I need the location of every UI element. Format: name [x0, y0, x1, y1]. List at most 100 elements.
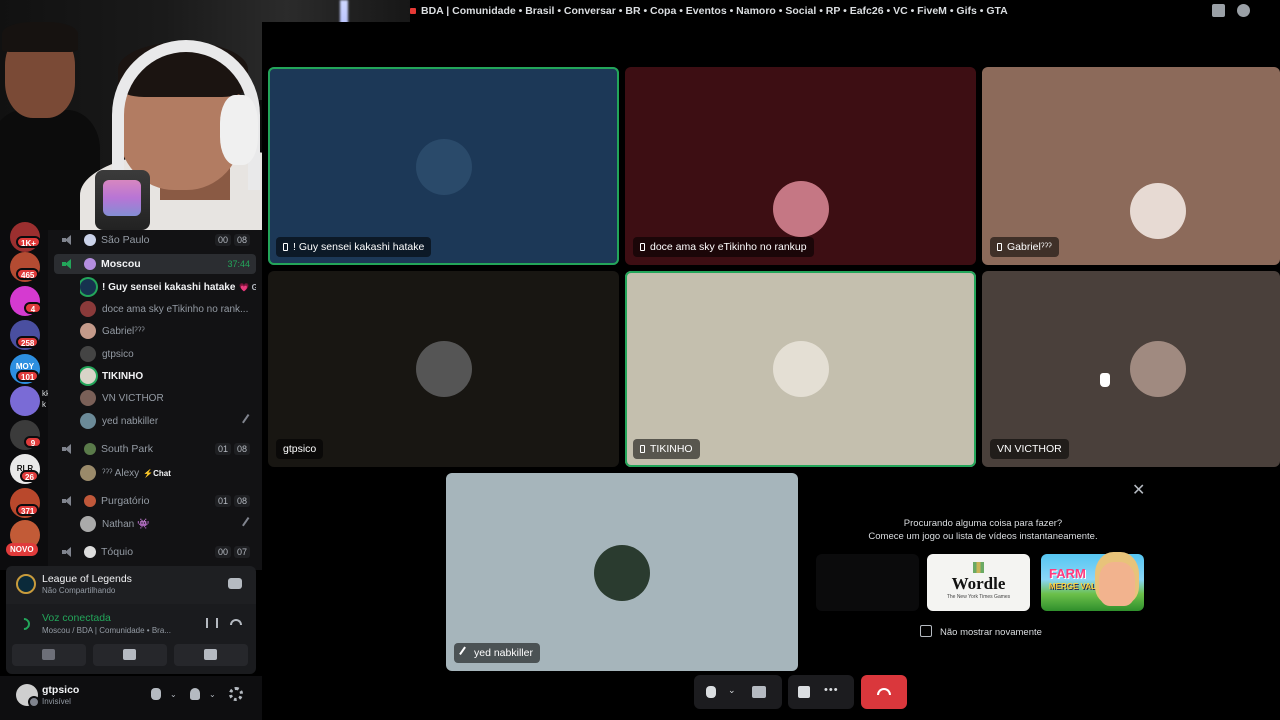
participant-tile[interactable]: ! Guy sensei kakashi hatake [268, 67, 619, 265]
avatar [1130, 183, 1186, 239]
microphone-icon[interactable] [151, 688, 161, 700]
avatar [80, 301, 96, 317]
participant-label: yed nabkiller [454, 643, 540, 663]
channel-emoji-icon [84, 443, 96, 455]
participant-tile[interactable]: gtpsico [268, 271, 619, 467]
disconnect-button[interactable] [861, 675, 907, 709]
participant-tile[interactable]: yed nabkiller [446, 473, 798, 671]
avatar [416, 341, 472, 397]
server-rail: 1K+ 465 4 258 MOY 101 kkkkk 9 RLR 26 371… [0, 222, 58, 570]
chevron-down-icon[interactable]: ⌄ [209, 690, 216, 699]
participant-tile[interactable]: Gabrielˀˀˀ [982, 67, 1280, 265]
new-badge: NOVO [6, 543, 38, 556]
help-icon[interactable] [1237, 4, 1250, 17]
unread-badge: 4 [24, 302, 42, 314]
voice-member[interactable]: TIKINHO [80, 366, 256, 386]
voice-channel-moscou[interactable]: Moscou 37:44 [54, 254, 256, 274]
wordle-grid-icon [973, 562, 984, 573]
gear-icon[interactable] [229, 687, 243, 701]
call-duration: 37:44 [227, 259, 250, 269]
user-count: 00 07 [214, 546, 250, 558]
farm-merge-valley-card[interactable]: FARM MERGE VALLEY [1041, 554, 1144, 611]
participant-label: Gabrielˀˀˀ [990, 237, 1059, 257]
server-flag-icon [410, 8, 416, 14]
microphone-icon[interactable] [706, 686, 716, 698]
activities-icon[interactable] [798, 686, 810, 698]
dont-show-again-checkbox[interactable]: Não mostrar novamente [920, 625, 1042, 638]
avatar [416, 139, 472, 195]
avatar [80, 516, 96, 532]
chevron-down-icon[interactable]: ⌄ [170, 690, 177, 699]
camera-off-icon[interactable] [752, 686, 766, 698]
mobile-icon [640, 445, 645, 453]
user-count: 01 08 [214, 443, 250, 455]
screen-share-button[interactable] [93, 644, 167, 666]
voice-member[interactable]: Gabrielˀˀˀ [80, 321, 256, 341]
hang-up-icon [877, 688, 891, 695]
signal-icon[interactable] [15, 615, 33, 633]
unread-badge: 26 [20, 470, 39, 482]
avatar [80, 465, 96, 481]
inbox-icon[interactable] [1212, 4, 1225, 17]
activity-card[interactable] [816, 554, 919, 611]
participant-label: gtpsico [276, 439, 324, 459]
activity-suggestion: ✕ Procurando alguma coisa para fazer? Co… [810, 474, 1156, 654]
noise-suppression-icon[interactable] [206, 618, 218, 628]
mouse-cursor [1100, 373, 1110, 387]
voice-member[interactable]: yed nabkiller [80, 411, 256, 431]
channel-list: São Paulo 00 08 Moscou 37:44 ! Guy sensei… [48, 230, 262, 570]
voice-member[interactable]: ˀˀˀ Alexy ⚡Chat [80, 463, 256, 483]
close-icon[interactable]: ✕ [1132, 480, 1145, 500]
mobile-icon [997, 243, 1002, 251]
wordle-card[interactable]: Wordle The New York Times Games [927, 554, 1030, 611]
speaker-icon [62, 235, 76, 245]
voice-member[interactable]: VN VICTHOR [80, 388, 256, 408]
voice-member[interactable]: gtpsico [80, 344, 256, 364]
channel-emoji-icon [84, 546, 96, 558]
channel-emoji-icon [84, 234, 96, 246]
participant-tile[interactable]: TIKINHO [625, 271, 976, 467]
participant-label: ! Guy sensei kakashi hatake [276, 237, 432, 257]
activities-button[interactable] [174, 644, 248, 666]
user-count: 00 08 [214, 234, 250, 246]
avatar [773, 181, 829, 237]
voice-channel-toquio[interactable]: Tóquio 00 07 [54, 542, 256, 562]
voice-connection-panel: Voz conectada Moscou / BDA | Comunidade … [6, 604, 256, 674]
mobile-icon [640, 243, 645, 251]
league-of-legends-icon [16, 574, 36, 594]
voice-member[interactable]: ! Guy sensei kakashi hatake💗 GO [80, 277, 256, 297]
more-icon[interactable]: ••• [824, 684, 839, 696]
unread-badge: 101 [16, 370, 40, 382]
avatar [80, 368, 96, 384]
voice-channel-south-park[interactable]: South Park 01 08 [54, 439, 256, 459]
window-title: BDA | Comunidade • Brasil • Conversar • … [410, 5, 1008, 17]
voice-member[interactable]: doce ama sky eTikinho no rank... [80, 299, 256, 319]
activities-controls: ••• [788, 675, 854, 709]
channel-emoji-icon [84, 258, 96, 270]
avatar [80, 279, 96, 295]
disconnect-icon[interactable] [230, 619, 242, 625]
participant-label: doce ama sky eTikinho no rankup [633, 237, 814, 257]
avatar [594, 545, 650, 601]
unread-badge: 1K+ [16, 236, 41, 248]
camera-off-button[interactable] [12, 644, 86, 666]
unread-badge: 371 [16, 504, 40, 516]
activity-panel: League of Legends Não Compartilhando [6, 566, 256, 604]
gamepad-icon[interactable] [228, 578, 242, 589]
voice-channel-sao-paulo[interactable]: São Paulo 00 08 [54, 230, 256, 250]
voice-member[interactable]: Nathan 👾 [80, 514, 256, 534]
participant-tile[interactable]: VN VICTHOR [982, 271, 1280, 467]
speaker-icon [62, 444, 76, 454]
avatar [80, 413, 96, 429]
headphones-icon[interactable] [190, 688, 200, 700]
activities-icon [204, 649, 217, 660]
screen-share-icon [123, 649, 136, 660]
mobile-icon [283, 243, 288, 251]
server-icon[interactable] [10, 386, 40, 416]
avatar [80, 390, 96, 406]
voice-channel-purgatorio[interactable]: Purgatório 01 08 [54, 491, 256, 511]
chevron-down-icon[interactable]: ⌄ [728, 685, 736, 696]
participant-tile[interactable]: doce ama sky eTikinho no rankup [625, 67, 976, 265]
avatar[interactable] [16, 684, 40, 708]
participant-label: VN VICTHOR [990, 439, 1069, 459]
